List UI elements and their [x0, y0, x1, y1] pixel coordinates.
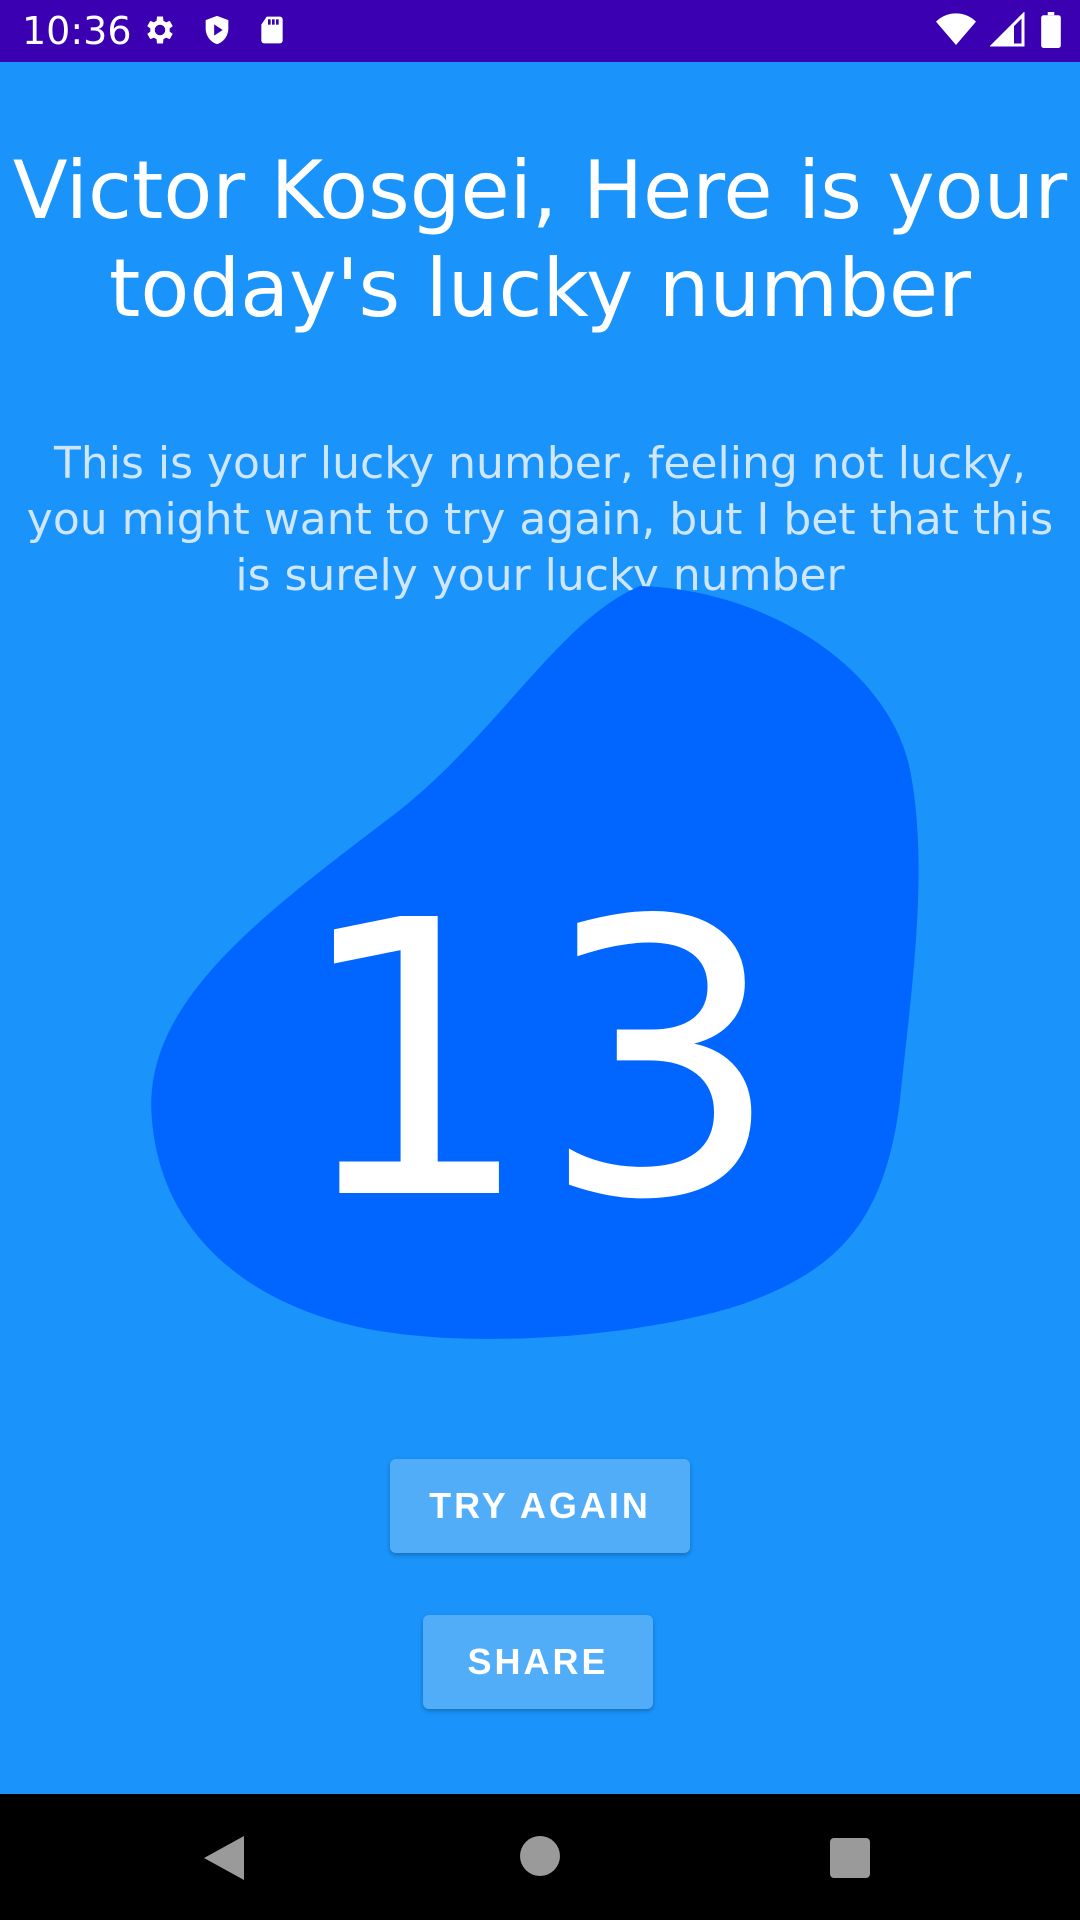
page-subtitle: This is your lucky number, feeling not l… [26, 438, 1054, 601]
home-icon[interactable] [520, 1836, 560, 1881]
back-icon[interactable] [204, 1836, 244, 1885]
status-left-icons [142, 12, 288, 53]
try-again-button[interactable]: TRY AGAIN [390, 1459, 690, 1553]
navigation-bar [0, 1794, 1080, 1920]
sd-card-icon [256, 12, 288, 53]
status-right-icons [936, 11, 1062, 53]
page-title: Victor Kosgei, Here is your today's luck… [12, 144, 1068, 335]
status-time: 10:36 [22, 9, 132, 53]
signal-icon [989, 11, 1026, 53]
recents-icon[interactable] [830, 1838, 870, 1883]
status-bar: 10:36 [0, 0, 1080, 62]
wifi-icon [936, 12, 976, 53]
battery-icon [1040, 12, 1062, 53]
share-button[interactable]: SHARE [423, 1615, 653, 1709]
settings-icon [142, 12, 178, 53]
lucky-number: 13 [292, 840, 788, 1283]
shield-icon [200, 12, 234, 53]
lucky-number-screen: Victor Kosgei, Here is your today's luck… [0, 62, 1080, 1794]
